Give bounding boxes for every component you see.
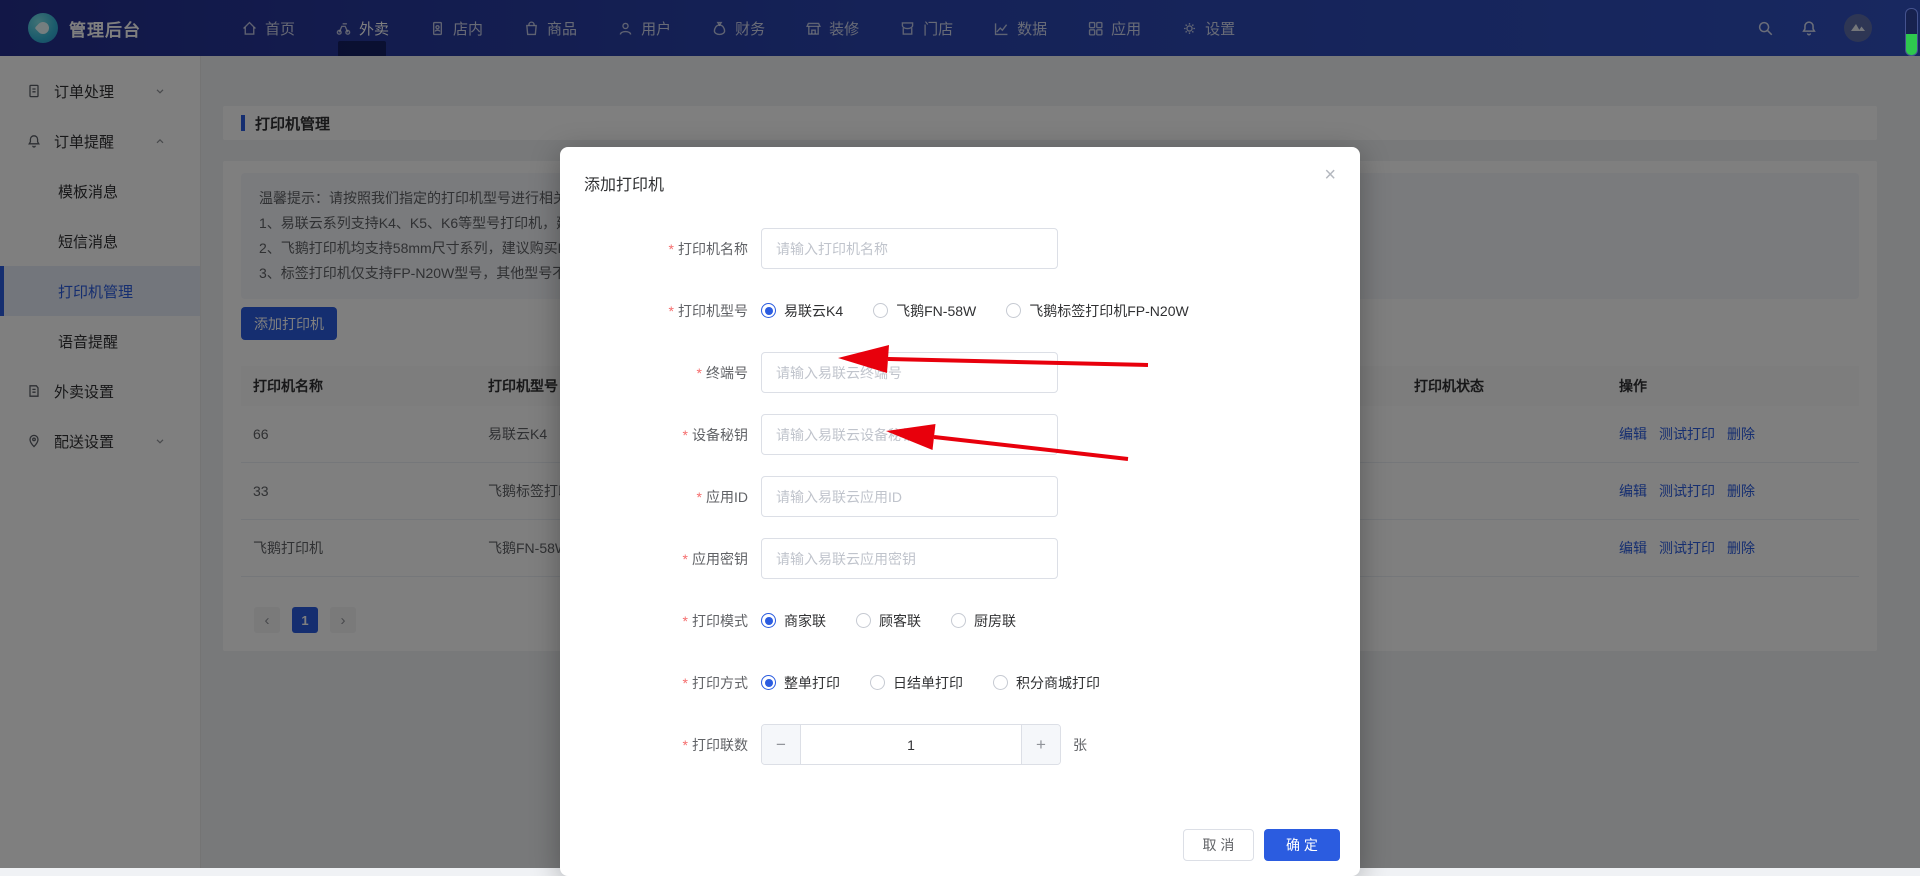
copies-stepper: − + [761, 724, 1061, 765]
app-id-input[interactable] [761, 476, 1058, 517]
device-secret-input[interactable] [761, 414, 1058, 455]
form-row-printer-name: *打印机名称 [560, 228, 1360, 269]
form-row-print-mode: *打印模式 商家联 顾客联 厨房联 [560, 600, 1360, 641]
radio-icon [951, 613, 966, 628]
stepper-plus-button[interactable]: + [1021, 725, 1060, 764]
required-mark: * [683, 551, 688, 567]
cancel-button[interactable]: 取 消 [1183, 829, 1254, 861]
field-label: 应用ID [706, 489, 748, 505]
field-label: 打印模式 [692, 613, 748, 629]
app-key-input[interactable] [761, 538, 1058, 579]
radio-mode-kitchen-copy[interactable]: 厨房联 [951, 611, 1016, 631]
field-label: 设备秘钥 [692, 427, 748, 443]
modal-footer: 取 消 确 定 [1183, 829, 1340, 861]
radio-model-yilianyun-k4[interactable]: 易联云K4 [761, 301, 843, 321]
radio-icon [873, 303, 888, 318]
confirm-button[interactable]: 确 定 [1264, 829, 1340, 861]
stepper-minus-button[interactable]: − [762, 725, 801, 764]
field-label: 应用密钥 [692, 551, 748, 567]
field-label: 打印联数 [692, 737, 748, 753]
copies-unit-label: 张 [1073, 735, 1087, 755]
radio-model-feie-fn58w[interactable]: 飞鹅FN-58W [873, 301, 976, 321]
browser-edge-widget[interactable] [1905, 8, 1918, 56]
form-row-print-copies: *打印联数 − + 张 [560, 724, 1360, 765]
app-root: { "colors": { "accent": "#2b5ce0", "nav_… [0, 0, 1920, 868]
radio-selected-icon [761, 303, 776, 318]
radio-method-daily-summary[interactable]: 日结单打印 [870, 673, 963, 693]
close-icon[interactable]: × [1324, 165, 1336, 185]
required-mark: * [683, 427, 688, 443]
required-mark: * [683, 737, 688, 753]
form-row-print-method: *打印方式 整单打印 日结单打印 积分商城打印 [560, 662, 1360, 703]
radio-mode-merchant-copy[interactable]: 商家联 [761, 611, 826, 631]
required-mark: * [683, 675, 688, 691]
radio-icon [1006, 303, 1021, 318]
radio-mode-customer-copy[interactable]: 顾客联 [856, 611, 921, 631]
radio-selected-icon [761, 675, 776, 690]
modal-title: 添加打印机 [584, 171, 664, 195]
radio-method-points-mall[interactable]: 积分商城打印 [993, 673, 1100, 693]
radio-model-feie-label-fpn20w[interactable]: 飞鹅标签打印机FP-N20W [1006, 301, 1188, 321]
required-mark: * [683, 613, 688, 629]
add-printer-modal: 添加打印机 × *打印机名称 *打印机型号 易联云K4 飞鹅FN-58W 飞鹅标… [560, 147, 1360, 876]
radio-icon [870, 675, 885, 690]
copies-value-input[interactable] [801, 725, 1021, 764]
field-label: 打印机名称 [678, 241, 748, 257]
terminal-number-input[interactable] [761, 352, 1058, 393]
required-mark: * [697, 365, 702, 381]
printer-name-input[interactable] [761, 228, 1058, 269]
form-row-device-secret: *设备秘钥 [560, 414, 1360, 455]
required-mark: * [697, 489, 702, 505]
field-label: 打印方式 [692, 675, 748, 691]
field-label: 终端号 [706, 365, 748, 381]
radio-selected-icon [761, 613, 776, 628]
field-label: 打印机型号 [678, 303, 748, 319]
radio-method-whole-order[interactable]: 整单打印 [761, 673, 840, 693]
form-row-app-key: *应用密钥 [560, 538, 1360, 579]
radio-icon [993, 675, 1008, 690]
form-row-app-id: *应用ID [560, 476, 1360, 517]
modal-body: *打印机名称 *打印机型号 易联云K4 飞鹅FN-58W 飞鹅标签打印机FP-N… [560, 228, 1360, 786]
form-row-terminal-number: *终端号 [560, 352, 1360, 393]
required-mark: * [669, 303, 674, 319]
required-mark: * [669, 241, 674, 257]
form-row-printer-model: *打印机型号 易联云K4 飞鹅FN-58W 飞鹅标签打印机FP-N20W [560, 290, 1360, 331]
radio-icon [856, 613, 871, 628]
